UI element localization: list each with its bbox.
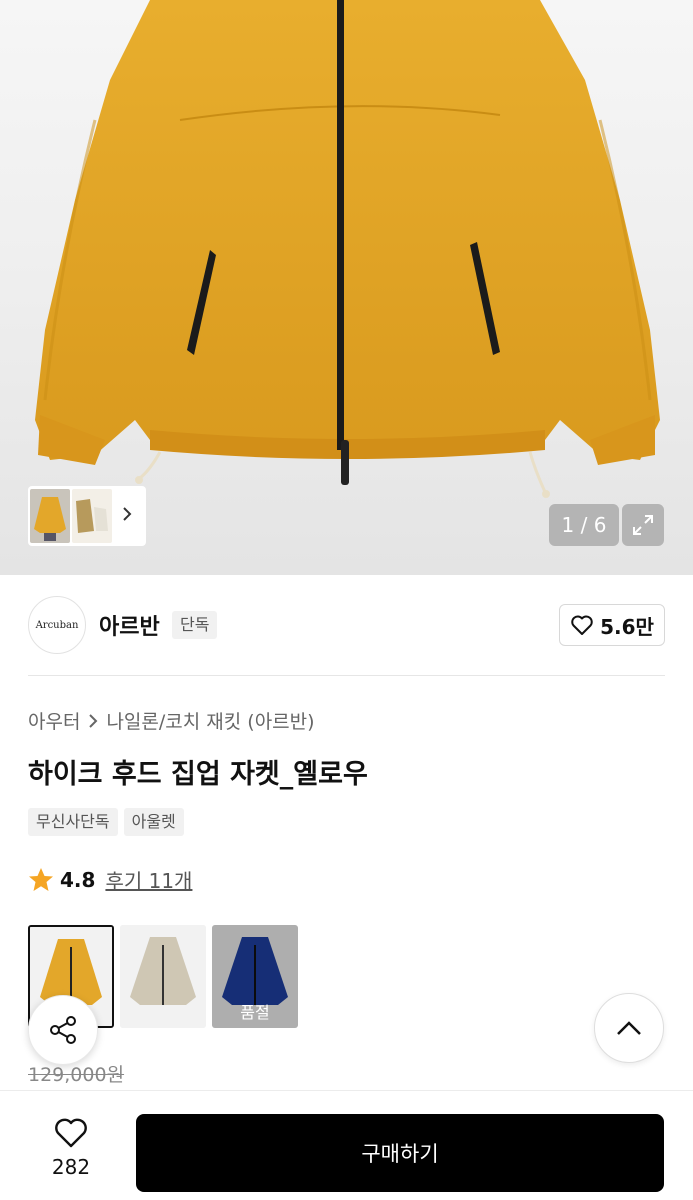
variant-beige-image (120, 925, 206, 1028)
image-counter: 1 / 6 (549, 504, 619, 546)
original-price: 129,000원 (28, 1064, 125, 1086)
share-button[interactable] (28, 995, 98, 1065)
variant-blue-soldout[interactable]: 품절 (212, 925, 298, 1028)
soldout-label: 품절 (240, 1003, 270, 1022)
chevron-up-icon (617, 1021, 641, 1035)
product-title: 하이크 후드 집업 자켓_옐로우 (28, 759, 368, 790)
brand-logo[interactable]: Arcuban (28, 596, 86, 654)
scroll-top-button[interactable] (594, 993, 664, 1063)
tag-musinsa-exclusive: 무신사단독 (28, 808, 118, 836)
image-thumbnail-strip[interactable] (28, 486, 146, 546)
wishlist-count: 282 (51, 1155, 91, 1179)
breadcrumb-category[interactable]: 아우터 (28, 707, 80, 734)
bottom-action-bar: 282 구매하기 (0, 1090, 693, 1200)
tag-outlet: 아울렛 (123, 808, 184, 836)
expand-icon[interactable] (622, 504, 664, 546)
product-page: 1 / 6 Arcuban 아르반 단독 5.6만 아우터 나일론/코치 재킷 … (0, 0, 693, 1200)
share-icon (50, 1016, 76, 1044)
thumbnail-flatlay-image (76, 499, 108, 533)
chevron-right-icon (89, 713, 98, 728)
rating-score: 4.8 (60, 867, 96, 892)
star-icon (29, 868, 53, 891)
breadcrumb: 아우터 나일론/코치 재킷 (아르반) (28, 707, 315, 734)
heart-outline-icon (571, 615, 593, 635)
brand-like-count: 5.6만 (600, 614, 654, 639)
thumbnail-flatlay[interactable] (72, 489, 112, 543)
product-hero-image[interactable]: 1 / 6 (0, 0, 693, 575)
brand-name[interactable]: 아르반 (99, 609, 160, 641)
thumbnail-yellow[interactable] (30, 489, 70, 543)
divider (28, 675, 665, 676)
product-tags: 무신사단독 아울렛 (28, 808, 184, 836)
heart-outline-icon (55, 1118, 87, 1148)
reviews-link[interactable]: 후기 11개 (105, 865, 192, 894)
breadcrumb-subcategory[interactable]: 나일론/코치 재킷 (아르반) (106, 707, 314, 734)
brand-row: Arcuban 아르반 단독 5.6만 (28, 596, 665, 654)
thumbnail-yellow-image (34, 497, 66, 541)
wishlist-button[interactable]: 282 (36, 1117, 106, 1179)
variant-beige[interactable] (120, 925, 206, 1028)
brand-exclusive-badge: 단독 (172, 611, 218, 639)
buy-button[interactable]: 구매하기 (136, 1114, 664, 1192)
brand-like-button[interactable]: 5.6만 (559, 604, 665, 646)
rating-row: 4.8 후기 11개 (28, 865, 192, 894)
chevron-right-icon[interactable] (114, 504, 140, 528)
